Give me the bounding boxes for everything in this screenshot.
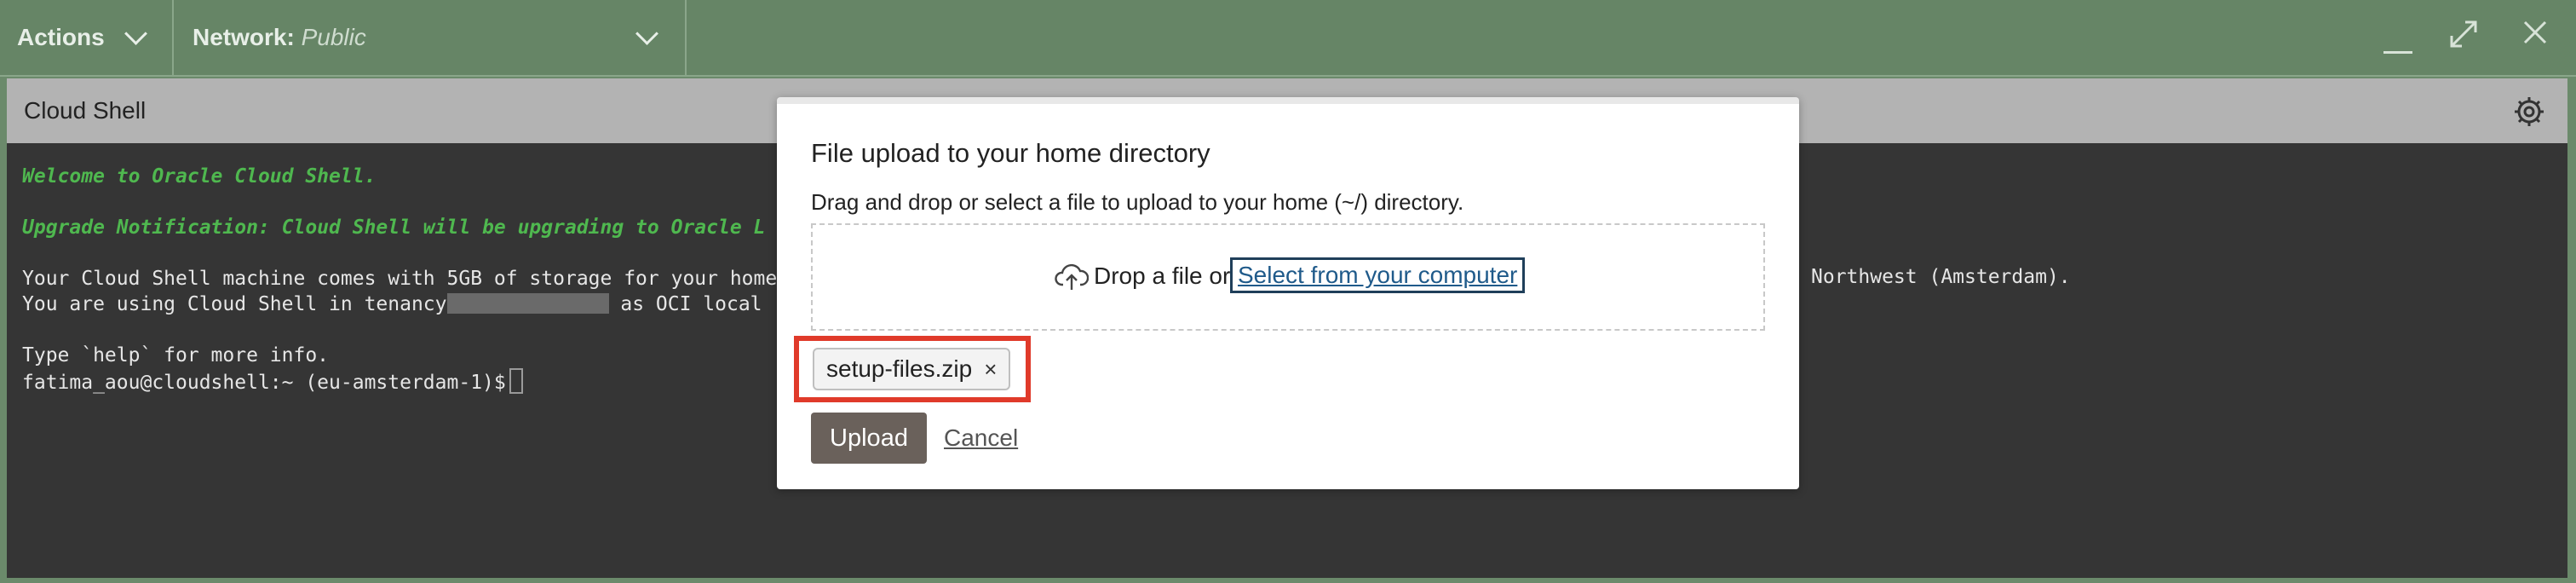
close-button[interactable] xyxy=(2520,17,2561,58)
shell-prompt: fatima_aou@cloudshell:~ (eu-amsterdam-1)… xyxy=(22,372,506,394)
minimize-icon xyxy=(2383,51,2412,54)
help-line: Type `help` for more info. xyxy=(22,344,330,367)
upload-button[interactable]: Upload xyxy=(811,413,927,464)
network-select[interactable]: Network: Public xyxy=(174,0,687,77)
cancel-link[interactable]: Cancel xyxy=(944,424,1018,452)
cloud-upload-icon xyxy=(1055,263,1089,290)
close-icon xyxy=(2523,20,2547,44)
minimize-button[interactable] xyxy=(2378,17,2419,58)
tenancy-line-prefix: You are using Cloud Shell in tenancy xyxy=(22,293,447,315)
tenancy-line-suffix: as OCI local xyxy=(608,293,762,315)
file-upload-dialog: File upload to your home directory Drag … xyxy=(777,97,1799,489)
cloud-shell-title: Cloud Shell xyxy=(24,97,147,124)
file-drop-zone[interactable]: Drop a file or Select from your computer xyxy=(811,223,1765,331)
terminal-output[interactable]: Welcome to Oracle Cloud Shell. Upgrade N… xyxy=(22,164,777,395)
terminal-region-text: Northwest (Amsterdam). xyxy=(1811,266,2071,288)
network-value: Public xyxy=(301,24,366,50)
actions-label: Actions xyxy=(17,24,105,50)
upgrade-notification: Upgrade Notification: Cloud Shell will b… xyxy=(22,216,766,239)
terminal-cursor xyxy=(509,368,523,394)
file-name: setup-files.zip xyxy=(826,355,973,382)
remove-file-icon[interactable]: × xyxy=(984,356,997,383)
selected-file-chip: setup-files.zip × xyxy=(813,348,1011,390)
chevron-down-icon xyxy=(124,22,147,45)
expand-icon xyxy=(2450,20,2477,48)
welcome-line: Welcome to Oracle Cloud Shell. xyxy=(22,165,377,188)
top-toolbar: Actions Network: Public xyxy=(0,0,2576,77)
actions-menu[interactable]: Actions xyxy=(0,0,174,77)
dialog-title: File upload to your home directory xyxy=(811,138,1210,168)
select-from-computer-link[interactable]: Select from your computer xyxy=(1230,257,1526,293)
redacted-tenancy xyxy=(446,293,609,314)
storage-line: Your Cloud Shell machine comes with 5GB … xyxy=(22,268,778,290)
dialog-description: Drag and drop or select a file to upload… xyxy=(811,189,1464,215)
network-label: Network: Public xyxy=(193,24,366,50)
drop-file-text: Drop a file or xyxy=(1094,263,1231,289)
maximize-button[interactable] xyxy=(2447,17,2487,58)
gear-icon[interactable] xyxy=(2513,95,2545,128)
chevron-down-icon xyxy=(635,22,658,45)
